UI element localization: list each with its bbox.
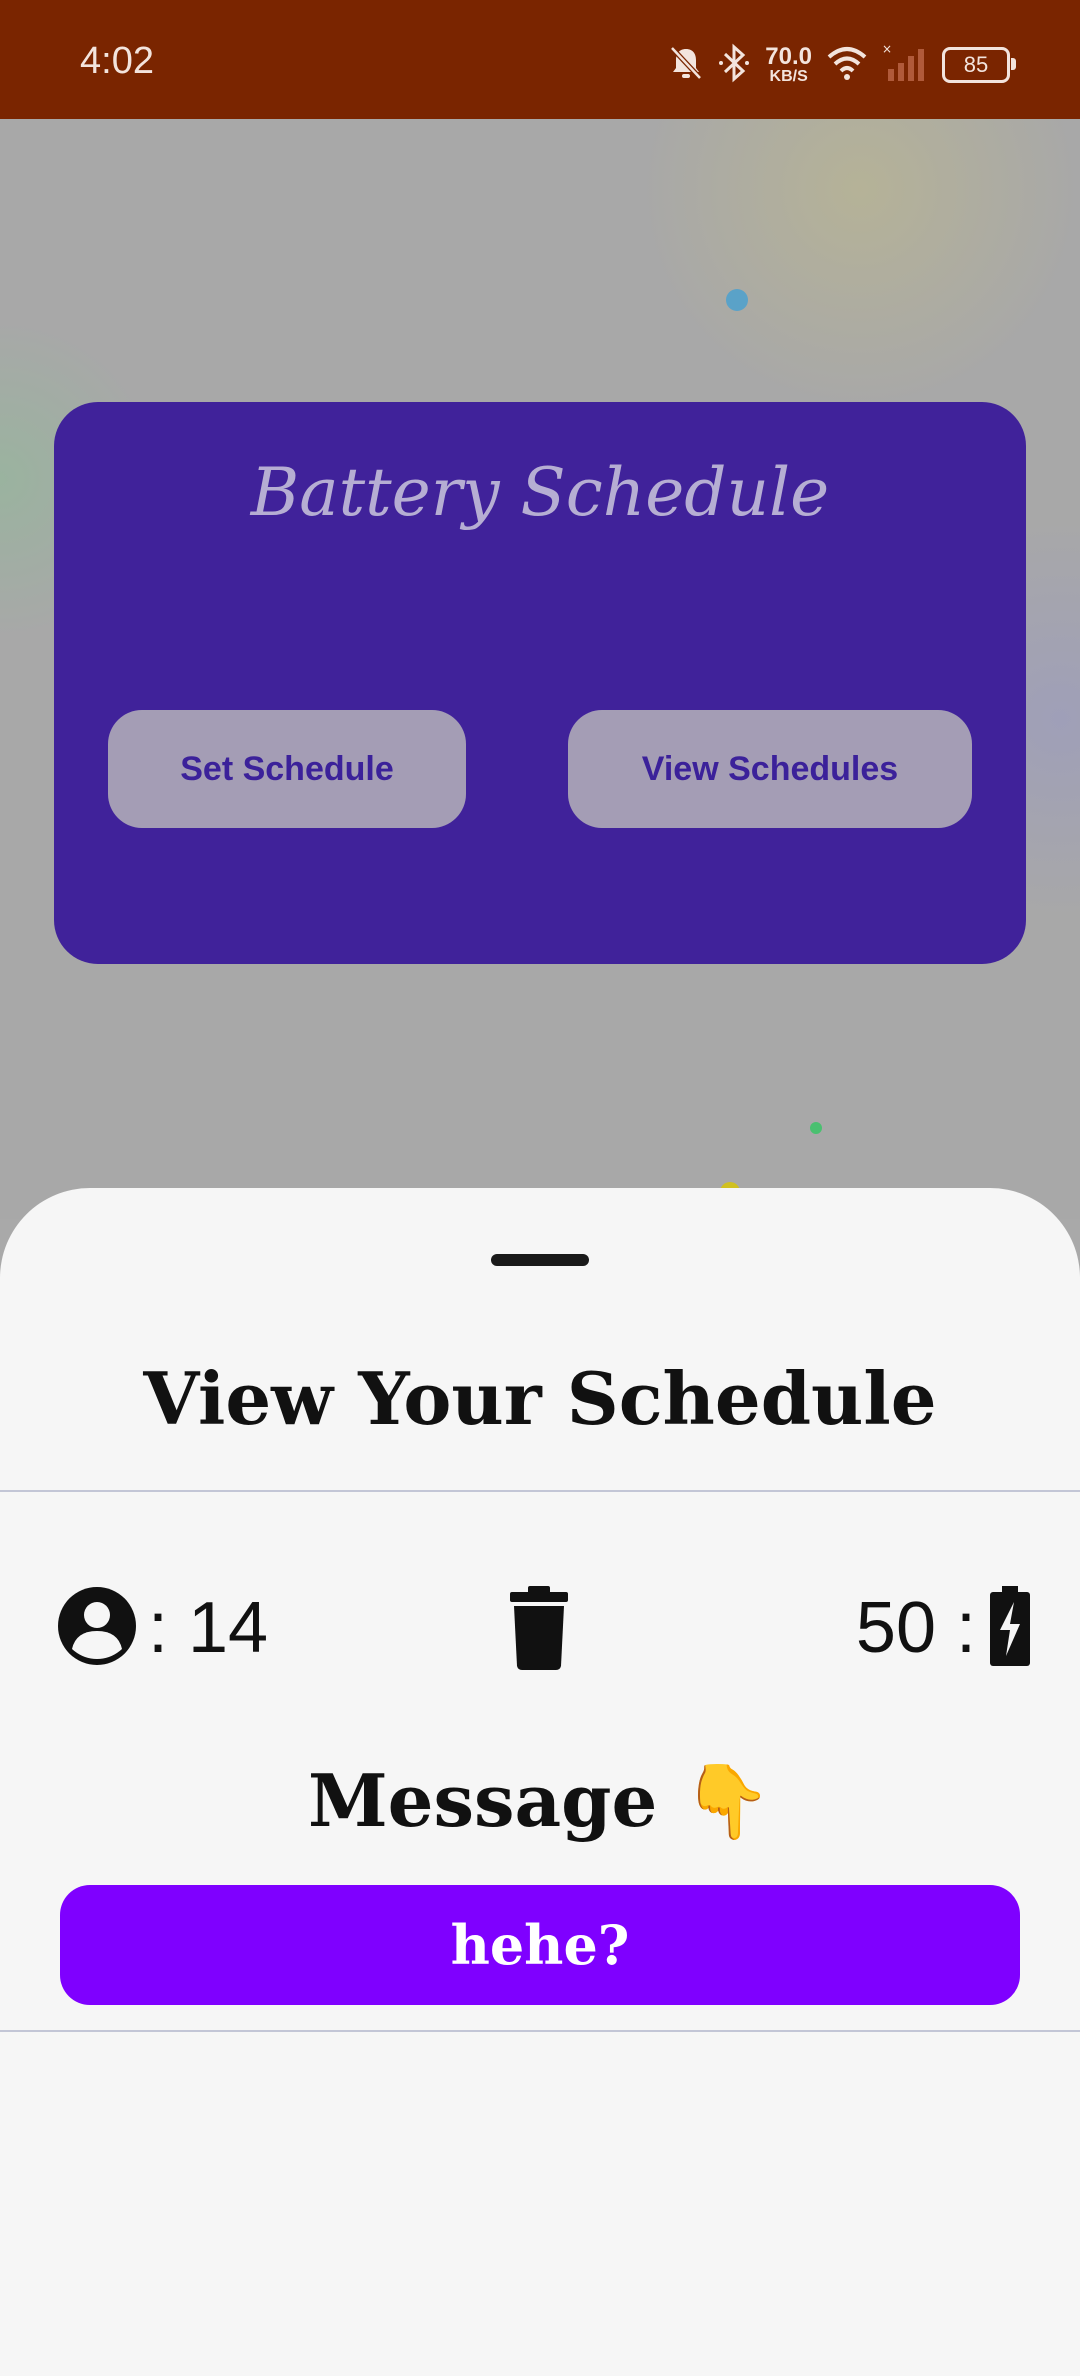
battery-icon: 85 xyxy=(942,47,1016,83)
signal-icon: × xyxy=(882,42,928,88)
drag-handle[interactable] xyxy=(491,1254,589,1266)
battery-charging-icon xyxy=(988,1584,1032,1673)
decor-dot xyxy=(810,1122,822,1134)
divider xyxy=(0,2030,1080,2032)
net-speed-value: 70.0 xyxy=(765,43,812,70)
set-schedule-button[interactable]: Set Schedule xyxy=(108,710,466,828)
battery-value: 50 : xyxy=(855,1588,976,1668)
card-title: Battery Schedule xyxy=(250,454,830,531)
trash-icon[interactable] xyxy=(506,1578,572,1678)
bottom-sheet: View Your Schedule : 14 50 : Message 👇 h… xyxy=(0,1188,1080,2376)
schedule-row: : 14 50 : xyxy=(0,1578,1080,1678)
divider xyxy=(0,1490,1080,1492)
message-button[interactable]: hehe? xyxy=(60,1885,1020,2005)
user-value: : 14 xyxy=(148,1588,269,1668)
message-label-text: Message xyxy=(307,1758,658,1843)
message-label: Message 👇 xyxy=(0,1758,1080,1844)
battery-schedule-card: Battery Schedule Set Schedule View Sched… xyxy=(54,402,1026,964)
bluetooth-icon xyxy=(717,43,751,88)
bell-off-icon xyxy=(669,45,703,86)
pointing-down-emoji: 👇 xyxy=(682,1759,773,1843)
battery-threshold: 50 : xyxy=(856,1578,1032,1678)
decor-dot xyxy=(726,289,748,311)
svg-text:×: × xyxy=(882,43,892,56)
status-time: 4:02 xyxy=(80,40,154,82)
wifi-icon xyxy=(826,45,868,86)
user-circle-icon xyxy=(56,1585,138,1672)
user-count: : 14 xyxy=(56,1578,268,1678)
view-schedules-button[interactable]: View Schedules xyxy=(568,710,972,828)
status-icons: 70.0 KB/S × 85 xyxy=(669,40,1016,90)
net-speed-unit: KB/S xyxy=(769,68,808,85)
net-speed: 70.0 KB/S xyxy=(765,45,812,85)
sheet-title: View Your Schedule xyxy=(143,1356,937,1441)
status-bar: 4:02 70.0 KB/S × 85 xyxy=(0,0,1080,119)
